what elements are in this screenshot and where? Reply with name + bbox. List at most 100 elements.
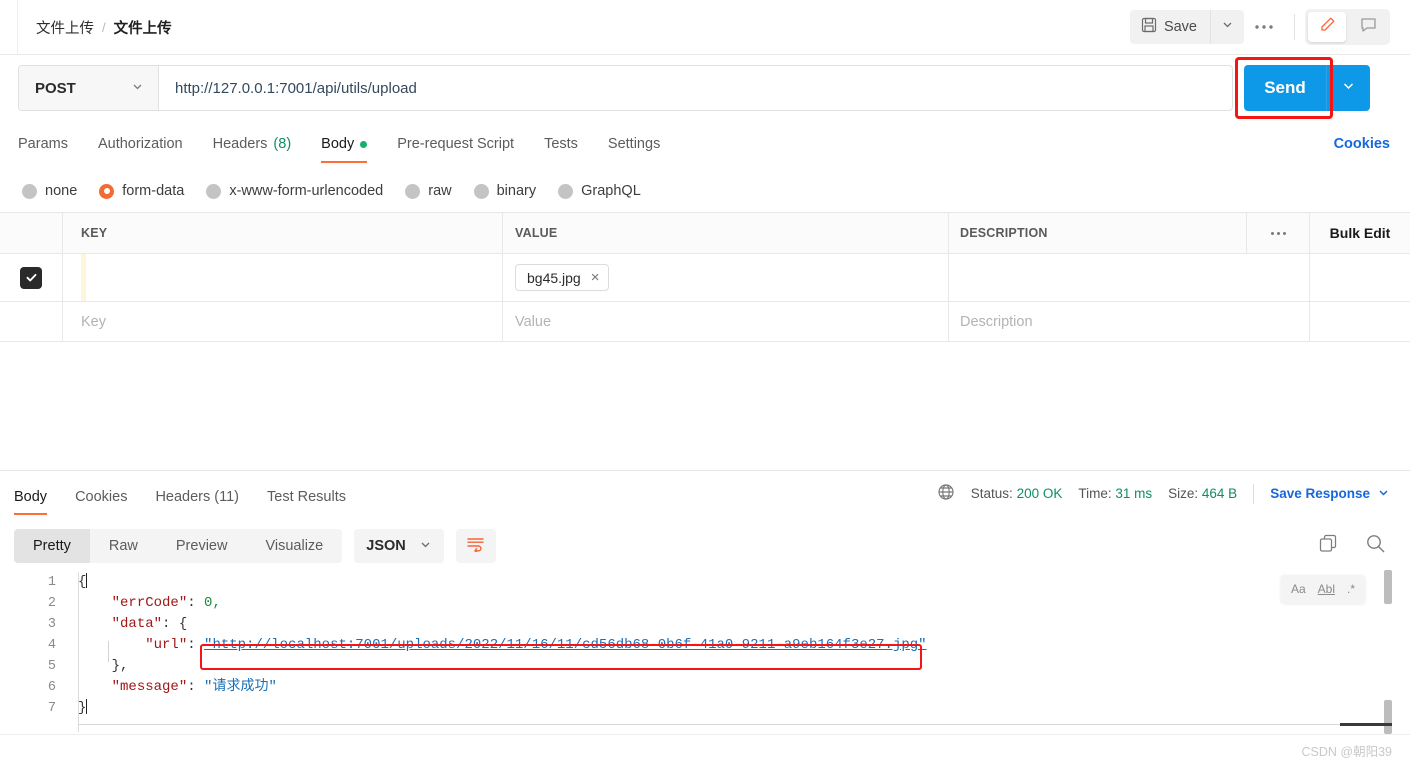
radio-icon xyxy=(405,183,421,199)
tab-params[interactable]: Params xyxy=(18,136,68,163)
empty-value-input[interactable]: Value xyxy=(503,302,949,341)
tab-label: Pre-request Script xyxy=(397,136,515,152)
empty-row-more[interactable] xyxy=(1247,302,1310,341)
save-button-group: Save xyxy=(1129,10,1244,44)
radio-icon xyxy=(99,183,115,199)
row-more-options[interactable] xyxy=(1247,254,1310,301)
view-raw[interactable]: Raw xyxy=(90,529,157,563)
globe-icon xyxy=(937,483,955,504)
floppy-disk-icon xyxy=(1141,17,1157,37)
view-preview[interactable]: Preview xyxy=(157,529,247,563)
bulk-edit-button[interactable]: Bulk Edit xyxy=(1310,213,1410,253)
close-icon[interactable]: × xyxy=(591,269,600,286)
vertical-scrollbar-thumb-secondary[interactable] xyxy=(1384,700,1392,734)
time-group: Time: 31 ms xyxy=(1078,486,1152,501)
tab-body[interactable]: Body xyxy=(321,136,368,163)
line-number: 1 xyxy=(47,575,56,590)
save-button[interactable]: Save xyxy=(1130,10,1210,44)
radio-label: none xyxy=(45,183,78,199)
cookies-link[interactable]: Cookies xyxy=(1334,136,1410,163)
row-key-highlight xyxy=(81,254,86,301)
indent-guide xyxy=(108,641,109,662)
table-more-options-button[interactable] xyxy=(1247,213,1310,253)
row-enabled-checkbox-cell xyxy=(0,254,63,301)
response-tab-test-results[interactable]: Test Results xyxy=(267,489,346,515)
copy-icon[interactable] xyxy=(1318,533,1339,559)
row-value-cell[interactable]: bg45.jpg × xyxy=(503,254,949,301)
comment-mode-button[interactable] xyxy=(1349,12,1387,42)
size-label: Size: xyxy=(1168,486,1199,501)
response-tab-headers[interactable]: Headers (11) xyxy=(155,489,239,515)
code-lines: { "errCode": 0, "data": { "url": "http:/… xyxy=(78,572,1388,719)
response-tab-body[interactable]: Body xyxy=(14,489,48,515)
tab-label: Body xyxy=(321,136,355,152)
tab-label: Settings xyxy=(607,136,661,152)
code-line-4: "url": "http://localhost:7001/uploads/20… xyxy=(78,635,1388,656)
send-button-group: Send xyxy=(1235,57,1370,119)
view-mode-group xyxy=(1305,9,1390,45)
format-select[interactable]: JSON xyxy=(354,529,444,563)
row-key-cell[interactable] xyxy=(63,254,503,301)
response-meta: Status: 200 OK Time: 31 ms Size: 464 B S… xyxy=(937,483,1410,515)
body-type-x-www-form-urlencoded[interactable]: x-www-form-urlencoded xyxy=(206,183,383,199)
horizontal-scrollbar-thumb[interactable] xyxy=(1340,723,1392,726)
body-type-raw[interactable]: raw xyxy=(405,183,452,199)
send-button[interactable]: Send xyxy=(1244,65,1326,111)
form-data-table: KEY VALUE DESCRIPTION Bulk Edit bg45.jpg… xyxy=(0,212,1410,342)
url-input[interactable]: http://127.0.0.1:7001/api/utils/upload xyxy=(159,66,1232,110)
send-options-button[interactable] xyxy=(1326,65,1370,111)
wrap-lines-button[interactable] xyxy=(455,529,496,563)
response-tabs: Body Cookies Headers (11) Test Results S… xyxy=(0,471,1410,515)
tab-pre-request-script[interactable]: Pre-request Script xyxy=(397,136,514,163)
tab-label: Headers xyxy=(212,136,268,152)
regex-button[interactable]: .* xyxy=(1347,582,1355,596)
row-enabled-checkbox[interactable] xyxy=(20,266,42,289)
body-type-form-data[interactable]: form-data xyxy=(99,183,184,199)
key-errcode: "errCode" xyxy=(111,595,188,611)
empty-description-input[interactable]: Description xyxy=(949,302,1247,341)
tab-settings[interactable]: Settings xyxy=(608,136,660,163)
view-visualize[interactable]: Visualize xyxy=(246,529,342,563)
header-checkbox-cell xyxy=(0,213,63,253)
text-caret xyxy=(86,699,88,714)
radio-label: x-www-form-urlencoded xyxy=(229,183,384,199)
radio-icon xyxy=(22,183,37,199)
line-number: 4 xyxy=(47,638,56,653)
save-response-label: Save Response xyxy=(1270,486,1370,501)
tab-headers[interactable]: Headers (8) xyxy=(213,136,292,163)
chevron-down-icon xyxy=(131,80,144,97)
body-type-graphql[interactable]: GraphQL xyxy=(558,183,641,199)
save-response-button[interactable]: Save Response xyxy=(1270,486,1390,502)
whole-word-button[interactable]: Abl xyxy=(1318,582,1335,596)
tab-authorization[interactable]: Authorization xyxy=(98,136,183,163)
body-type-binary[interactable]: binary xyxy=(473,183,537,199)
response-body-code[interactable]: 1 2 3 4 5 6 7 { "errCode": 0, "data": { … xyxy=(0,572,1410,732)
tab-tests[interactable]: Tests xyxy=(544,136,578,163)
colon: : xyxy=(187,595,205,611)
method-select[interactable]: POST xyxy=(19,66,159,110)
breadcrumb-parent[interactable]: 文件上传 xyxy=(36,17,94,38)
code-line-3: "data": { xyxy=(78,614,1388,635)
more-actions-button[interactable] xyxy=(1244,10,1284,44)
header-description: DESCRIPTION xyxy=(949,213,1247,253)
edit-mode-button[interactable] xyxy=(1308,12,1346,42)
horizontal-scrollbar-track[interactable] xyxy=(78,724,1378,725)
value-url[interactable]: "http://localhost:7001/uploads/2022/11/1… xyxy=(204,637,927,653)
response-tab-cookies[interactable]: Cookies xyxy=(75,489,127,515)
radio-label: binary xyxy=(496,183,537,199)
code-line-7: } xyxy=(78,698,1388,719)
body-type-none[interactable]: none xyxy=(22,183,77,199)
empty-key-input[interactable]: Key xyxy=(63,302,503,341)
line-number: 5 xyxy=(47,659,56,674)
key-url: "url" xyxy=(145,637,188,653)
vertical-scrollbar-thumb[interactable] xyxy=(1384,570,1392,604)
header-key: KEY xyxy=(63,213,503,253)
view-pretty[interactable]: Pretty xyxy=(14,529,90,563)
radio-icon xyxy=(206,183,222,199)
save-options-button[interactable] xyxy=(1210,10,1244,44)
match-case-button[interactable]: Aa xyxy=(1291,582,1306,596)
top-bar-actions: Save xyxy=(1129,9,1410,45)
row-description-cell[interactable] xyxy=(949,254,1247,301)
size-group: Size: 464 B xyxy=(1168,486,1237,501)
search-icon[interactable] xyxy=(1365,533,1386,559)
